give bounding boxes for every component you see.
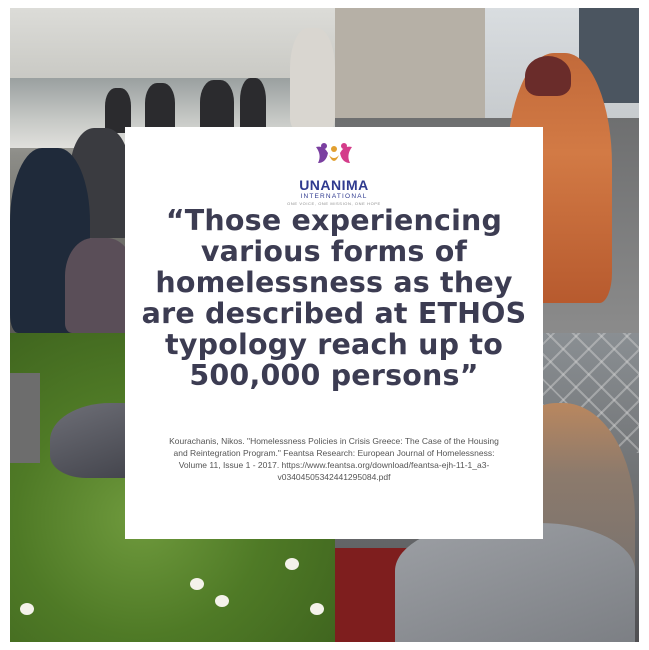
quote-card: UNANIMA INTERNATIONAL ONE VOICE, ONE MIS… (125, 127, 543, 539)
logo-name: UNANIMA (299, 177, 369, 193)
unanima-emblem-icon (316, 143, 352, 163)
unanima-logo: UNANIMA INTERNATIONAL ONE VOICE, ONE MIS… (125, 141, 543, 206)
quote-text: “Those experiencing various forms of hom… (141, 204, 527, 392)
logo-subtitle: INTERNATIONAL (300, 193, 368, 200)
citation-text: Kourachanis, Nikos. "Homelessness Polici… (169, 436, 499, 482)
